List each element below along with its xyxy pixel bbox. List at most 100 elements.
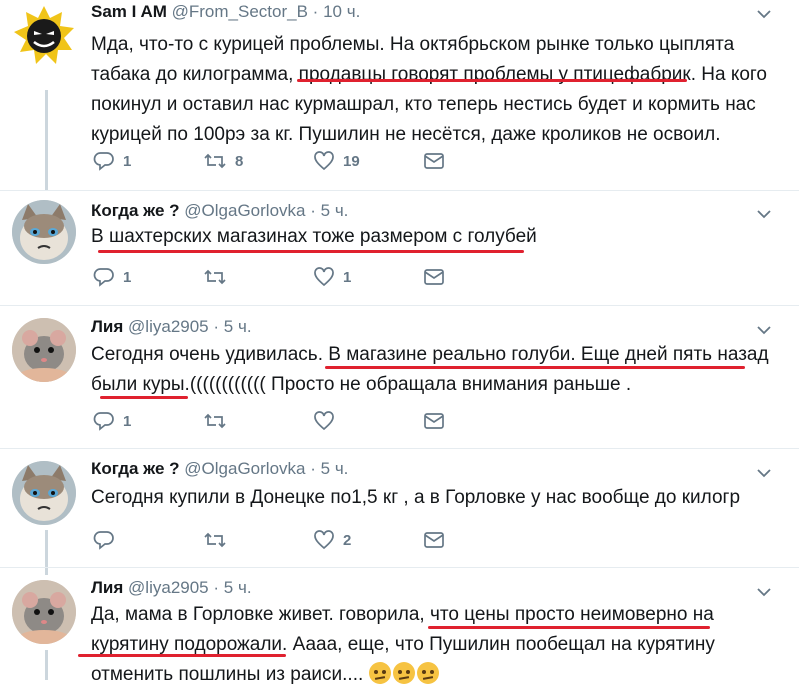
tweet-text-fragment: отменить пошлины из раиси....: [91, 664, 364, 685]
red-underline: [325, 366, 745, 369]
reply-icon: [93, 531, 114, 550]
red-underline: [297, 79, 687, 82]
reply-icon: [93, 152, 114, 171]
author-handle[interactable]: @OlgaGorlovka: [184, 459, 305, 478]
reply-button[interactable]: 1: [93, 151, 203, 171]
tweet-text: Сегодня купили в Донецке по1,5 кг , а в …: [91, 483, 781, 513]
like-count: 1: [343, 268, 352, 286]
tweet-text-line: отменить пошлины из раиси....: [91, 660, 781, 690]
separator-dot: ·: [213, 317, 220, 336]
retweet-button[interactable]: [203, 530, 313, 550]
dm-button[interactable]: [423, 268, 533, 286]
timestamp[interactable]: 5 ч.: [321, 459, 349, 478]
separator-dot: ·: [310, 201, 316, 220]
like-button[interactable]: 2: [313, 530, 423, 550]
timestamp[interactable]: 5 ч.: [224, 317, 252, 336]
reply-count: 1: [123, 412, 132, 430]
author-name[interactable]: Когда же ?: [91, 201, 180, 220]
timestamp[interactable]: 5 ч.: [321, 201, 349, 220]
tweet-text-line: табака до килограмма, продавцы говорят п…: [91, 64, 767, 85]
tweet[interactable]: Когда же ? @OlgaGorlovka · 5 ч. В шахтер…: [0, 200, 799, 305]
retweet-icon: [204, 153, 226, 169]
chevron-down-icon[interactable]: [757, 206, 771, 222]
tweet-actions: 1 1: [93, 264, 533, 290]
like-icon: [314, 151, 334, 171]
tweet[interactable]: Лия @liya2905 · 5 ч. Да, мама в Горловке…: [0, 578, 799, 685]
tweet[interactable]: Когда же ? @OlgaGorlovka · 5 ч. Сегодня …: [0, 459, 799, 567]
tweet-actions: 2: [93, 527, 533, 553]
avatar[interactable]: [12, 580, 76, 644]
dm-button[interactable]: [423, 412, 533, 430]
red-underline: [78, 654, 286, 657]
avatar[interactable]: [12, 318, 76, 382]
reply-count: 1: [123, 152, 132, 170]
tweet-text-line: курицей по 100рэ за кг. Пушилин не несёт…: [91, 124, 721, 145]
avatar[interactable]: [12, 4, 76, 68]
reply-icon: [93, 412, 114, 431]
reply-button[interactable]: 1: [93, 267, 203, 287]
retweet-button[interactable]: [203, 411, 313, 431]
tweet-text-line: В шахтерских магазинах тоже размером с г…: [91, 226, 537, 247]
tweet-text-line: Мда, что-то с курицей проблемы. На октяб…: [91, 34, 735, 55]
like-button[interactable]: [313, 411, 423, 431]
dm-button[interactable]: [423, 531, 533, 549]
author-name[interactable]: Когда же ?: [91, 459, 180, 478]
message-icon: [424, 269, 444, 285]
separator-dot: ·: [310, 459, 316, 478]
tweet-text-line: были куры.(((((((((((( Просто не обращал…: [91, 374, 632, 395]
separator-dot: ·: [213, 578, 220, 597]
avatar[interactable]: [12, 461, 76, 525]
tweet[interactable]: Лия @liya2905 · 5 ч. Сегодня очень удиви…: [0, 316, 799, 448]
red-underline: [98, 250, 524, 253]
author-name[interactable]: Sam I AM: [91, 2, 167, 21]
retweet-icon: [204, 532, 226, 548]
red-underline: [100, 396, 188, 399]
tweet[interactable]: Sam I AM @From_Sector_B · 10 ч. Мда, что…: [0, 0, 799, 190]
like-button[interactable]: 19: [313, 151, 423, 171]
chevron-down-icon[interactable]: [757, 465, 771, 481]
retweet-button[interactable]: 8: [203, 151, 313, 171]
separator-dot: ·: [312, 2, 319, 21]
tweet-actions: 1: [93, 408, 533, 434]
author-handle[interactable]: @liya2905: [128, 317, 209, 336]
tweet-separator: [0, 448, 799, 449]
retweet-icon: [204, 413, 226, 429]
tweet-separator: [0, 190, 799, 191]
red-underline: [428, 626, 710, 629]
author-handle[interactable]: @From_Sector_B: [172, 2, 308, 21]
thinking-face-emoji: [416, 662, 439, 684]
retweet-icon: [204, 269, 226, 285]
reply-button[interactable]: 1: [93, 411, 203, 431]
tweet-text: Сегодня очень удивилась. В магазине реал…: [91, 340, 781, 400]
timestamp[interactable]: 10 ч.: [323, 2, 360, 21]
like-icon: [314, 411, 334, 431]
message-icon: [424, 413, 444, 429]
reply-count: 1: [123, 268, 132, 286]
message-icon: [424, 532, 444, 548]
author-name[interactable]: Лия: [91, 578, 123, 597]
thinking-face-emoji: [368, 662, 391, 684]
like-icon: [314, 530, 334, 550]
avatar[interactable]: [12, 200, 76, 264]
timestamp[interactable]: 5 ч.: [224, 578, 252, 597]
tweet-text: Да, мама в Горловке живет. говорила, что…: [91, 600, 781, 690]
author-handle[interactable]: @OlgaGorlovka: [184, 201, 305, 220]
chevron-down-icon[interactable]: [757, 584, 771, 600]
message-icon: [424, 153, 444, 169]
chevron-down-icon[interactable]: [757, 6, 771, 22]
retweet-count: 8: [235, 152, 244, 170]
like-button[interactable]: 1: [313, 267, 423, 287]
reply-button[interactable]: [93, 530, 203, 550]
like-count: 2: [343, 531, 352, 549]
tweet-text: В шахтерских магазинах тоже размером с г…: [91, 222, 781, 252]
tweet-text-line: Сегодня купили в Донецке по1,5 кг , а в …: [91, 487, 741, 508]
tweet-text-line: покинул и оставил нас курмашрал, кто теп…: [91, 94, 756, 115]
like-count: 19: [343, 152, 360, 170]
tweet-text: Мда, что-то с курицей проблемы. На октяб…: [91, 30, 781, 150]
dm-button[interactable]: [423, 152, 533, 170]
author-handle[interactable]: @liya2905: [128, 578, 209, 597]
author-name[interactable]: Лия: [91, 317, 123, 336]
chevron-down-icon[interactable]: [757, 322, 771, 338]
tweet-separator: [0, 567, 799, 568]
retweet-button[interactable]: [203, 267, 313, 287]
